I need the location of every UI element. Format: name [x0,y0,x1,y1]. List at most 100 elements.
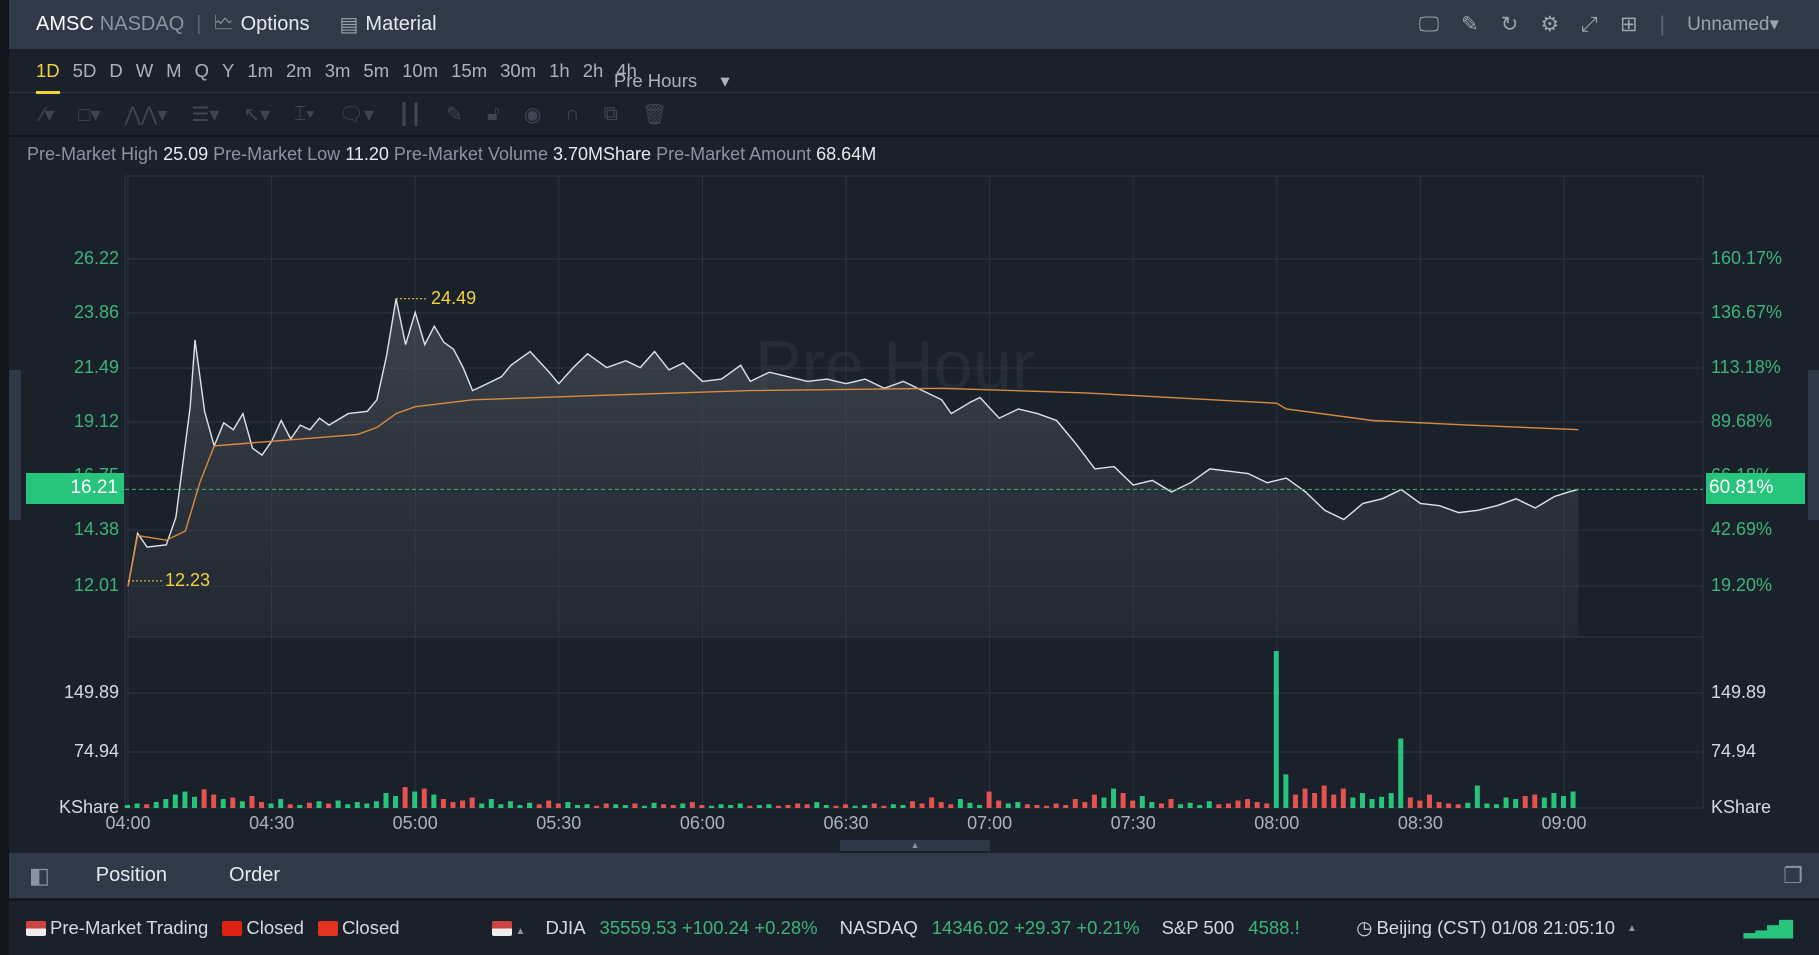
high-marker-label: 24.49 [431,287,477,308]
volume-bar [527,802,533,808]
us-flag-icon [26,921,46,936]
time-tick-label: 05:00 [392,813,438,833]
volume-bar [364,803,370,808]
volume-bar [890,804,896,808]
volume-bar [555,803,561,808]
volume-bar [766,804,772,808]
volume-bar [517,805,523,808]
clock-icon: ◷ [1356,917,1373,938]
volume-bar [1254,802,1260,808]
volume-bar [756,805,762,808]
volume-bar [536,804,542,808]
volume-bar [1350,797,1356,808]
percent-tick-label: 160.17% [1711,248,1783,268]
volume-bar [814,802,820,808]
volume-bar [1053,803,1059,808]
index-market-select[interactable]: ▲ [491,917,525,939]
volume-bars [125,651,1576,808]
volume-bar [661,804,667,808]
popout-icon[interactable]: ❐ [1783,863,1803,889]
percent-tick-label: 113.18% [1711,357,1781,377]
volume-bar [1024,804,1030,808]
volume-bar [163,799,169,808]
signal-strength-icon: ▂▃▅▇ [1743,917,1793,938]
volume-bar [670,805,676,808]
volume-bar [1178,804,1184,808]
volume-bar [689,802,695,808]
volume-bar [1264,803,1270,808]
volume-tick-label: KShare [1711,797,1772,817]
volume-bar [498,804,504,808]
volume-bar [134,803,140,808]
volume-bar [1082,802,1088,808]
volume-bar [1513,799,1519,808]
volume-bar [584,804,590,808]
volume-bar [1273,651,1279,808]
volume-bar [1331,794,1337,808]
cn-status-text: Closed [341,917,400,938]
volume-bar [871,803,877,808]
volume-bar [699,805,705,808]
time-tick-label: 05:30 [536,813,582,833]
volume-bar [220,799,226,808]
volume-bar [460,800,466,808]
volume-bar [440,799,446,808]
tab-order[interactable]: Order [229,864,280,887]
volume-bar [345,804,351,808]
volume-bar [1312,793,1318,808]
volume-bar [1407,797,1413,808]
volume-bar [632,803,638,808]
volume-tick-label: 74.94 [73,741,119,761]
volume-bar [795,803,801,808]
volume-bar [479,803,485,808]
expand-panel-handle[interactable]: ▲ [840,840,990,851]
volume-bar [1379,796,1385,808]
time-tick-label: 04:00 [105,813,151,833]
volume-bar [306,802,312,808]
volume-bar [680,803,686,808]
sp500-label: S&P 500 [1161,917,1235,938]
volume-bar [1139,796,1145,808]
volume-bar [201,789,207,808]
volume-bar [728,805,734,808]
clock-expand-icon[interactable]: ▲ [1627,923,1637,934]
volume-bar [1005,803,1011,808]
volume-bar [1206,801,1212,808]
time-tick-label: 07:30 [1110,813,1156,833]
price-tick-label: 21.49 [73,357,119,377]
tab-position[interactable]: Position [96,864,167,887]
price-tick-label: 12.01 [73,575,119,595]
hk-flag-icon [222,921,243,936]
percent-tick-label: 19.20% [1711,575,1773,595]
volume-bar [804,804,810,808]
volume-bar [737,803,743,808]
volume-bar [153,802,159,808]
panel-toggle-icon[interactable]: ◧ [29,863,50,889]
volume-bar [297,805,303,808]
volume-bar [421,788,427,808]
volume-bar [1158,803,1164,808]
volume-bar [1474,785,1480,808]
volume-bar [1015,802,1021,808]
right-panel-toggle[interactable] [1808,370,1819,520]
volume-bar [192,796,198,808]
volume-bar [1225,803,1231,808]
volume-bar [651,802,657,808]
volume-bar [268,803,274,808]
volume-bar [1359,793,1365,808]
volume-bar [249,796,255,808]
volume-bar [1044,805,1050,808]
volume-bar [412,791,418,808]
volume-bar [1340,788,1346,808]
us-flag-icon [491,921,512,936]
volume-bar [1034,805,1040,808]
volume-bar [1561,796,1566,808]
left-panel-toggle[interactable] [9,370,21,520]
volume-bar [948,804,954,808]
volume-bar [1063,805,1069,808]
volume-bar [1149,802,1155,808]
volume-bar [1072,799,1078,808]
volume-bar [393,796,399,808]
price-chart[interactable] [0,0,1819,955]
volume-bar [1398,738,1404,808]
